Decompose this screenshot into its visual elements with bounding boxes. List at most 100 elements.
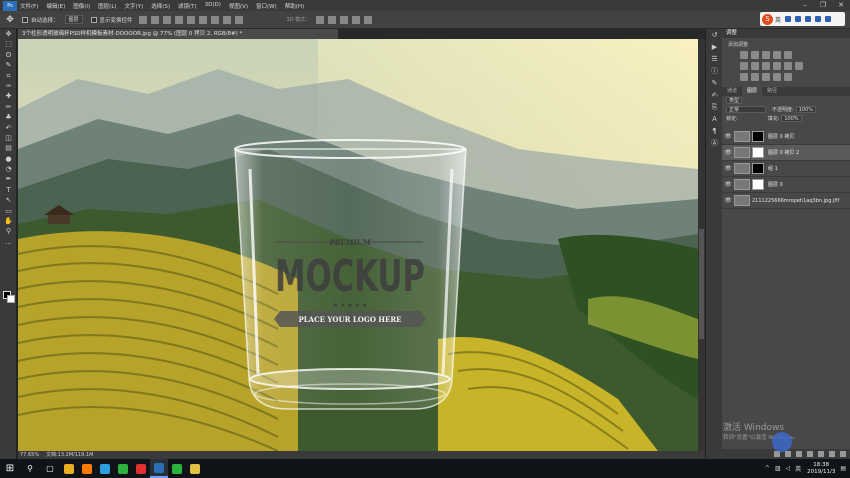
ime-language[interactable]: 英	[775, 15, 781, 24]
volume-icon[interactable]: ◁	[785, 465, 790, 472]
illustrator-icon[interactable]	[78, 459, 96, 478]
lasso-icon[interactable]: ʘ	[0, 50, 17, 60]
menu-item[interactable]: 选择(S)	[151, 2, 170, 10]
ime-menu-icon[interactable]	[825, 16, 832, 22]
visibility-icon[interactable]: 👁	[722, 133, 734, 140]
history-icon[interactable]: ↺	[706, 29, 723, 41]
align-center-icon[interactable]	[186, 15, 195, 24]
clone-source-icon[interactable]: ⎘	[706, 101, 723, 113]
quick-select-icon[interactable]: ✎	[0, 60, 17, 70]
ime-keyboard-icon[interactable]	[805, 16, 812, 22]
hand-icon[interactable]: ✋	[0, 216, 17, 226]
link-layers-icon[interactable]	[774, 451, 780, 457]
menu-item[interactable]: 窗口(W)	[256, 2, 277, 10]
ime-toolbar[interactable]: S 英	[760, 12, 845, 26]
align-top-icon[interactable]	[138, 15, 147, 24]
eyedropper-icon[interactable]: ✑	[0, 81, 17, 91]
layer-row[interactable]: 👁 图层 0 拷贝 2	[722, 145, 850, 161]
sogou-icon[interactable]: S	[762, 13, 773, 25]
color-balance-icon[interactable]	[751, 62, 759, 70]
3d-scale-icon[interactable]	[364, 15, 373, 24]
ime-mic-icon[interactable]	[795, 16, 802, 22]
fill-input[interactable]: 100%	[781, 115, 802, 122]
minimize-icon[interactable]: –	[796, 0, 814, 11]
menu-item[interactable]: 文字(Y)	[125, 2, 144, 10]
zoom-level[interactable]: 77.65%	[18, 451, 46, 459]
character-icon[interactable]: A	[706, 113, 723, 125]
layer-mask-thumbnail[interactable]	[752, 179, 764, 190]
layer-style-icon[interactable]	[785, 451, 791, 457]
crop-icon[interactable]: ⌗	[0, 71, 17, 81]
auto-select-checkbox[interactable]	[22, 16, 28, 23]
menu-item[interactable]: 视图(V)	[229, 2, 248, 10]
tray-arrow-icon[interactable]: ^	[765, 465, 770, 472]
3d-rotate-icon[interactable]	[316, 15, 325, 24]
close-icon[interactable]: ✕	[832, 0, 850, 11]
glyphs-icon[interactable]: Ⓐ	[706, 137, 723, 149]
app-icon[interactable]	[132, 459, 150, 478]
layer-row[interactable]: 👁 2111225666mropeh1aq3bn.jpg.jfif	[722, 193, 850, 209]
type-icon[interactable]: T	[0, 185, 17, 195]
threshold-icon[interactable]	[762, 73, 770, 81]
show-transform-checkbox[interactable]	[90, 16, 97, 23]
color-lookup-icon[interactable]	[795, 62, 803, 70]
distribute-v-icon[interactable]	[234, 15, 243, 24]
background-color-swatch[interactable]	[7, 295, 15, 303]
menu-item[interactable]: 图像(I)	[73, 2, 90, 10]
maximize-icon[interactable]: ❐	[814, 0, 832, 11]
layer-filter-dropdown[interactable]: 类型	[726, 97, 743, 104]
marquee-icon[interactable]: ⬚	[0, 39, 17, 49]
notification-icon[interactable]: ▤	[840, 465, 846, 472]
tab-channels[interactable]: 通道	[722, 87, 742, 96]
align-bottom-icon[interactable]	[162, 15, 171, 24]
clock[interactable]: 18:38 2019/11/3	[807, 462, 835, 476]
play-icon[interactable]: ▶	[706, 41, 723, 53]
selective-color-icon[interactable]	[784, 73, 792, 81]
3d-roll-icon[interactable]	[328, 15, 337, 24]
adjustments-tab[interactable]: 调整	[722, 29, 850, 38]
layer-mask-thumbnail[interactable]	[752, 147, 764, 158]
layer-mask-thumbnail[interactable]	[752, 163, 764, 174]
new-group-icon[interactable]	[818, 451, 824, 457]
network-icon[interactable]: ▥	[775, 465, 781, 472]
zoom-icon[interactable]: ⚲	[0, 226, 17, 236]
tab-paths[interactable]: 路径	[762, 87, 782, 96]
opacity-input[interactable]: 100%	[795, 106, 816, 113]
distribute-h-icon[interactable]	[222, 15, 231, 24]
photoshop-icon[interactable]	[150, 459, 168, 478]
exposure-icon[interactable]	[773, 51, 781, 59]
auto-select-dropdown[interactable]: 图层	[64, 15, 83, 24]
history-brush-icon[interactable]: ↶	[0, 123, 17, 133]
ime-skin-icon[interactable]	[815, 16, 822, 22]
tab-layers[interactable]: 图层	[742, 87, 763, 96]
pen-icon[interactable]: ✒	[0, 174, 17, 184]
app-icon[interactable]	[186, 459, 204, 478]
brush-presets-icon[interactable]: ✍	[706, 89, 723, 101]
new-adjustment-icon[interactable]	[807, 451, 813, 457]
brightness-icon[interactable]	[740, 51, 748, 59]
wechat-icon[interactable]	[168, 459, 186, 478]
levels-icon[interactable]	[751, 51, 759, 59]
ime-moon-icon[interactable]	[785, 16, 792, 22]
photo-filter-icon[interactable]	[773, 62, 781, 70]
canvas[interactable]: PREMIUM MOCKUP ★ ★ ★ ★ ★ PLACE YOUR LOGO…	[18, 39, 698, 451]
blend-mode-dropdown[interactable]: 正常	[726, 106, 766, 113]
paragraph-icon[interactable]: ¶	[706, 125, 723, 137]
blur-icon[interactable]: ●	[0, 154, 17, 164]
posterize-icon[interactable]	[751, 73, 759, 81]
vibrance-icon[interactable]	[784, 51, 792, 59]
canvas-scrollbar[interactable]	[698, 39, 705, 451]
chrome-icon[interactable]	[60, 459, 78, 478]
curves-icon[interactable]	[762, 51, 770, 59]
task-view-icon[interactable]: ▢	[40, 459, 60, 478]
menu-item[interactable]: 编辑(E)	[46, 2, 65, 10]
bw-icon[interactable]	[762, 62, 770, 70]
align-left-icon[interactable]	[174, 15, 183, 24]
3d-pan-icon[interactable]	[340, 15, 349, 24]
actions-icon[interactable]: ☰	[706, 53, 723, 65]
windows-icon[interactable]: ⊞	[0, 459, 20, 478]
hue-icon[interactable]	[740, 62, 748, 70]
healing-icon[interactable]: ✚	[0, 91, 17, 101]
scrollbar-thumb[interactable]	[699, 229, 704, 339]
gradient-icon[interactable]: ▤	[0, 143, 17, 153]
